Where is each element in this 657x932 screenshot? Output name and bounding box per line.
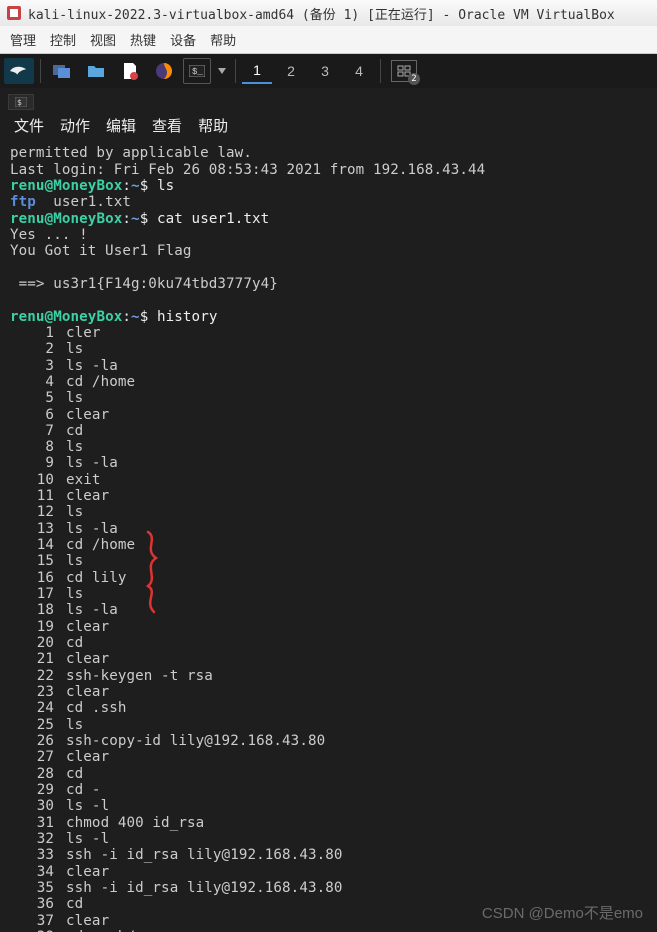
history-entry: 5ls bbox=[10, 390, 647, 406]
kali-taskbar: $_ 1 2 3 4 2 bbox=[0, 54, 657, 88]
history-entry: 15ls bbox=[10, 553, 647, 569]
watermark: CSDN @Demo不是emo bbox=[482, 905, 643, 922]
svg-text:$: $ bbox=[17, 98, 22, 107]
history-entry: 6clear bbox=[10, 407, 647, 423]
menu-view[interactable]: 视图 bbox=[90, 30, 116, 49]
terminal-dropdown-icon[interactable] bbox=[215, 58, 229, 84]
term-menu-action[interactable]: 动作 bbox=[60, 118, 90, 135]
cmd-cat: cat user1.txt bbox=[157, 211, 269, 227]
workspace-1[interactable]: 1 bbox=[242, 58, 272, 84]
history-entry: 2ls bbox=[10, 341, 647, 357]
cmd-ls: ls bbox=[157, 178, 174, 194]
history-entry: 9ls -la bbox=[10, 455, 647, 471]
ls-file: user1.txt bbox=[36, 194, 131, 210]
history-entry: 24cd .ssh bbox=[10, 700, 647, 716]
term-menu-view[interactable]: 查看 bbox=[152, 118, 182, 135]
history-entry: 33ssh -i id_rsa lily@192.168.43.80 bbox=[10, 847, 647, 863]
window-list-icon[interactable] bbox=[47, 58, 77, 84]
terminal-icon[interactable]: $_ bbox=[183, 58, 211, 84]
cmd-history: history bbox=[157, 309, 218, 325]
history-entry: 21clear bbox=[10, 651, 647, 667]
term-menu-help[interactable]: 帮助 bbox=[198, 118, 228, 135]
history-entry: 28cd bbox=[10, 766, 647, 782]
history-entry: 8ls bbox=[10, 439, 647, 455]
virtualbox-icon bbox=[6, 5, 22, 21]
prompt-host: MoneyBox bbox=[53, 178, 122, 194]
history-entry: 34clear bbox=[10, 864, 647, 880]
window-title: kali-linux-2022.3-virtualbox-amd64 (备份 1… bbox=[28, 4, 615, 23]
terminal-window[interactable]: $ 文件 动作 编辑 查看 帮助 permitted by applicable… bbox=[0, 88, 657, 932]
history-entry: 3ls -la bbox=[10, 358, 647, 374]
history-entry: 23clear bbox=[10, 684, 647, 700]
history-entry: 1cler bbox=[10, 325, 647, 341]
kali-menu-icon[interactable] bbox=[4, 58, 34, 84]
prompt-user: renu bbox=[10, 178, 45, 194]
menu-hotkey[interactable]: 热键 bbox=[130, 30, 156, 49]
file-manager-icon[interactable] bbox=[81, 58, 111, 84]
cat-output: Yes ... ! bbox=[10, 227, 88, 243]
history-entry: 18ls -la bbox=[10, 602, 647, 618]
history-entry: 29cd - bbox=[10, 782, 647, 798]
terminal-tab-bar: $ bbox=[0, 88, 657, 112]
menu-help[interactable]: 帮助 bbox=[210, 30, 236, 49]
term-line: Last login: Fri Feb 26 08:53:43 2021 fro… bbox=[10, 162, 485, 178]
window-titlebar: kali-linux-2022.3-virtualbox-amd64 (备份 1… bbox=[0, 0, 657, 26]
text-editor-icon[interactable] bbox=[115, 58, 145, 84]
menu-control[interactable]: 控制 bbox=[50, 30, 76, 49]
cat-output: You Got it User1 Flag bbox=[10, 243, 191, 259]
terminal-tab[interactable]: $ bbox=[8, 94, 34, 110]
history-entry: 32ls -l bbox=[10, 831, 647, 847]
term-menu-edit[interactable]: 编辑 bbox=[106, 118, 136, 135]
taskbar-divider bbox=[40, 59, 41, 83]
workspace-3[interactable]: 3 bbox=[310, 58, 340, 84]
history-entry: 27clear bbox=[10, 749, 647, 765]
history-entry: 16cd lily bbox=[10, 570, 647, 586]
firefox-icon[interactable] bbox=[149, 58, 179, 84]
workspace-4[interactable]: 4 bbox=[344, 58, 374, 84]
history-entry: 13ls -la bbox=[10, 521, 647, 537]
history-entry: 11clear bbox=[10, 488, 647, 504]
history-entry: 4cd /home bbox=[10, 374, 647, 390]
svg-text:$_: $_ bbox=[192, 67, 203, 77]
vbox-menubar: 管理 控制 视图 热键 设备 帮助 bbox=[0, 26, 657, 53]
menu-device[interactable]: 设备 bbox=[170, 30, 196, 49]
history-entry: 19clear bbox=[10, 619, 647, 635]
menu-manage[interactable]: 管理 bbox=[10, 30, 36, 49]
workspace-badge: 2 bbox=[408, 73, 420, 85]
history-entry: 10exit bbox=[10, 472, 647, 488]
ls-dir: ftp bbox=[10, 194, 36, 210]
history-entry: 25ls bbox=[10, 717, 647, 733]
history-entry: 12ls bbox=[10, 504, 647, 520]
workspace-switcher-icon[interactable]: 2 bbox=[391, 60, 417, 82]
history-entry: 22ssh-keygen -t rsa bbox=[10, 668, 647, 684]
cat-flag: ==> us3r1{F14g:0ku74tbd3777y4} bbox=[10, 276, 278, 292]
history-entry: 14cd /home bbox=[10, 537, 647, 553]
workspace-2[interactable]: 2 bbox=[276, 58, 306, 84]
prompt-path: ~ bbox=[131, 178, 140, 194]
history-entry: 20cd bbox=[10, 635, 647, 651]
taskbar-divider bbox=[380, 59, 381, 83]
history-entry: 31chmod 400 id_rsa bbox=[10, 815, 647, 831]
term-menu-file[interactable]: 文件 bbox=[14, 118, 44, 135]
terminal-menubar: 文件 动作 编辑 查看 帮助 bbox=[0, 112, 657, 143]
history-entry: 7cd bbox=[10, 423, 647, 439]
history-entry: 26ssh-copy-id lily@192.168.43.80 bbox=[10, 733, 647, 749]
terminal-output[interactable]: permitted by applicable law. Last login:… bbox=[0, 143, 657, 932]
term-line: permitted by applicable law. bbox=[10, 145, 252, 161]
history-entry: 35ssh -i id_rsa lily@192.168.43.80 bbox=[10, 880, 647, 896]
history-entry: 30ls -l bbox=[10, 798, 647, 814]
taskbar-divider bbox=[235, 59, 236, 83]
history-entry: 17ls bbox=[10, 586, 647, 602]
